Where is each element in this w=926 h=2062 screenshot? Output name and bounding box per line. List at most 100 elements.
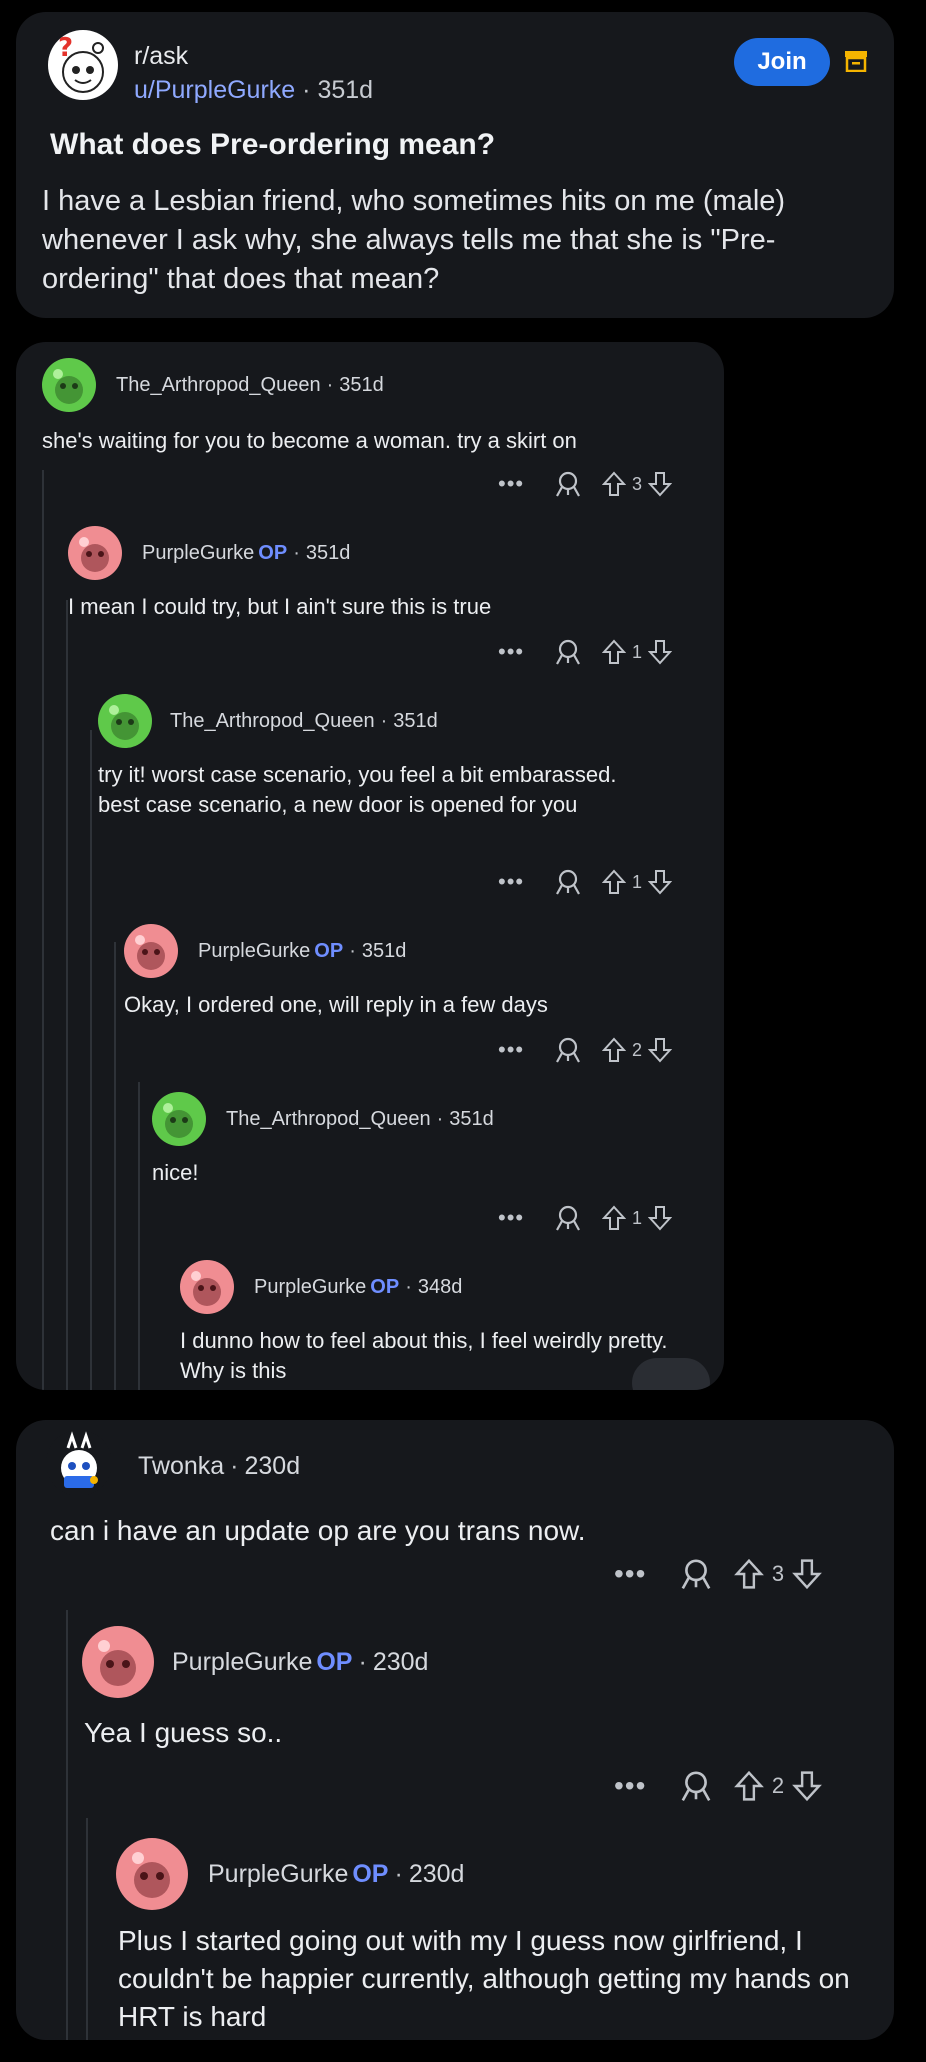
vote-count: 3 <box>771 1561 785 1586</box>
thread-line <box>42 470 44 1390</box>
downvote-icon[interactable] <box>792 1557 822 1591</box>
comment-actions: ••• 2 <box>614 1769 822 1803</box>
post-author[interactable]: u/PurpleGurke <box>134 76 295 104</box>
snoo-avatar-icon[interactable] <box>180 1260 234 1314</box>
thread-line <box>114 942 116 1390</box>
save-icon[interactable] <box>844 50 868 73</box>
post-title[interactable]: What does Pre-ordering mean? <box>50 128 495 162</box>
comment-thread: The_Arthropod_Queen · 351d she's waiting f… <box>16 342 724 1390</box>
downvote-icon[interactable] <box>792 1769 822 1803</box>
comment-author-line: PurpleGurke OP · 348d <box>254 1276 463 1298</box>
upvote-icon[interactable] <box>734 1557 764 1591</box>
more-icon[interactable]: ••• <box>614 1558 660 1590</box>
comment-actions: ••• 1 <box>498 1204 672 1232</box>
comment-text: I mean I could try, but I ain't sure thi… <box>68 594 492 619</box>
snoo-avatar-icon[interactable] <box>82 1626 154 1698</box>
award-icon[interactable] <box>672 1769 720 1803</box>
comment-author-line: PurpleGurke OP · 351d <box>142 542 351 564</box>
snoo-avatar-icon[interactable] <box>152 1092 206 1146</box>
downvote-icon[interactable] <box>648 1204 672 1232</box>
upvote-icon[interactable] <box>602 1204 626 1232</box>
comment-text: can i have an update op are you trans no… <box>50 1515 586 1546</box>
more-icon[interactable]: ••• <box>498 471 536 497</box>
comment-author[interactable]: PurpleGurke <box>254 1276 366 1298</box>
op-badge: OP <box>258 542 288 564</box>
downvote-icon[interactable] <box>648 638 672 666</box>
comment-text: Yea I guess so.. <box>84 1717 283 1748</box>
snoo-avatar-icon[interactable] <box>98 694 152 748</box>
comment-text: she's waiting for you to become a woman.… <box>42 428 577 453</box>
comment-author-line: The_Arthropod_Queen · 351d <box>116 374 384 396</box>
upvote-icon[interactable] <box>602 1036 626 1064</box>
comment-author[interactable]: The_Arthropod_Queen <box>226 1108 431 1130</box>
snoo-avatar-icon[interactable] <box>116 1838 188 1910</box>
comment-author[interactable]: The_Arthropod_Queen <box>170 710 375 732</box>
comment-actions: ••• 1 <box>498 868 672 896</box>
subreddit-name[interactable]: r/ask <box>134 42 188 71</box>
thread-line <box>90 730 92 1390</box>
join-button[interactable]: Join <box>734 38 830 86</box>
comment-author[interactable]: PurpleGurke <box>208 1860 348 1888</box>
comment-text: Plus I started going out with my I guess… <box>118 1925 850 2032</box>
post-card: ? r/ask u/PurpleGurke · 351d Join What d… <box>16 12 894 318</box>
comment-author[interactable]: PurpleGurke <box>172 1648 312 1676</box>
op-badge: OP <box>370 1276 400 1298</box>
post-body: I have a Lesbian friend, who sometimes h… <box>42 185 786 295</box>
award-icon[interactable] <box>548 868 588 896</box>
snoo-avatar-icon[interactable] <box>46 1430 112 1496</box>
snoo-avatar-icon[interactable] <box>68 526 122 580</box>
comment-text: try it! worst case scenario, you feel a … <box>98 762 617 817</box>
more-icon[interactable]: ••• <box>498 1037 536 1063</box>
comment-text: I dunno how to feel about this, I feel w… <box>180 1328 668 1383</box>
comment-age: 348d <box>417 1276 463 1298</box>
comment-actions: ••• 2 <box>498 1036 672 1064</box>
svg-text:?: ? <box>58 33 73 63</box>
op-badge: OP <box>352 1860 389 1888</box>
comment-age: 351d <box>449 1108 494 1130</box>
downvote-icon[interactable] <box>648 1036 672 1064</box>
comment-age: 351d <box>339 374 384 396</box>
more-icon[interactable]: ••• <box>498 639 536 665</box>
separator: · <box>302 76 311 104</box>
award-icon[interactable] <box>548 638 588 666</box>
more-icon[interactable]: ••• <box>498 1205 536 1231</box>
comment-age: 351d <box>305 542 351 564</box>
comment-author-line: The_Arthropod_Queen · 351d <box>226 1108 494 1130</box>
comment-author[interactable]: The_Arthropod_Queen <box>116 374 321 396</box>
award-icon[interactable] <box>548 470 588 498</box>
upvote-icon[interactable] <box>734 1769 764 1803</box>
comment-thread: Twonka · 230d can i have an update op are … <box>16 1420 894 2040</box>
comment-author-line: The_Arthropod_Queen · 351d <box>170 710 438 732</box>
award-icon[interactable] <box>548 1036 588 1064</box>
award-icon[interactable] <box>548 1204 588 1232</box>
comment-actions: ••• 3 <box>498 470 672 498</box>
upvote-icon[interactable] <box>602 470 626 498</box>
upvote-icon[interactable] <box>602 868 626 896</box>
scroll-button[interactable] <box>632 1358 710 1390</box>
subreddit-avatar-icon[interactable]: ? <box>48 30 118 100</box>
more-icon[interactable]: ••• <box>614 1770 660 1802</box>
upvote-icon[interactable] <box>602 638 626 666</box>
snoo-avatar-icon[interactable] <box>42 358 96 412</box>
comment-age: 230d <box>408 1860 465 1888</box>
thread-line <box>66 600 68 1390</box>
comment-author[interactable]: PurpleGurke <box>198 940 310 962</box>
op-badge: OP <box>314 940 344 962</box>
comment-actions: ••• 3 <box>614 1557 822 1591</box>
comment-author[interactable]: Twonka <box>138 1452 224 1480</box>
downvote-icon[interactable] <box>648 868 672 896</box>
vote-count: 3 <box>631 473 642 494</box>
comment-author[interactable]: PurpleGurke <box>142 542 254 564</box>
comment-author-line: Twonka · 230d <box>138 1452 301 1480</box>
more-icon[interactable]: ••• <box>498 869 536 895</box>
comment-actions: ••• 1 <box>498 638 672 666</box>
downvote-icon[interactable] <box>648 470 672 498</box>
comment-text: nice! <box>152 1160 199 1185</box>
award-icon[interactable] <box>672 1557 720 1591</box>
comment-age: 351d <box>361 940 407 962</box>
vote-count: 2 <box>631 1039 642 1060</box>
thread-line <box>66 1610 68 2040</box>
vote-count: 1 <box>631 1207 642 1228</box>
comment-author-line: PurpleGurke OP · 230d <box>208 1860 465 1888</box>
snoo-avatar-icon[interactable] <box>124 924 178 978</box>
